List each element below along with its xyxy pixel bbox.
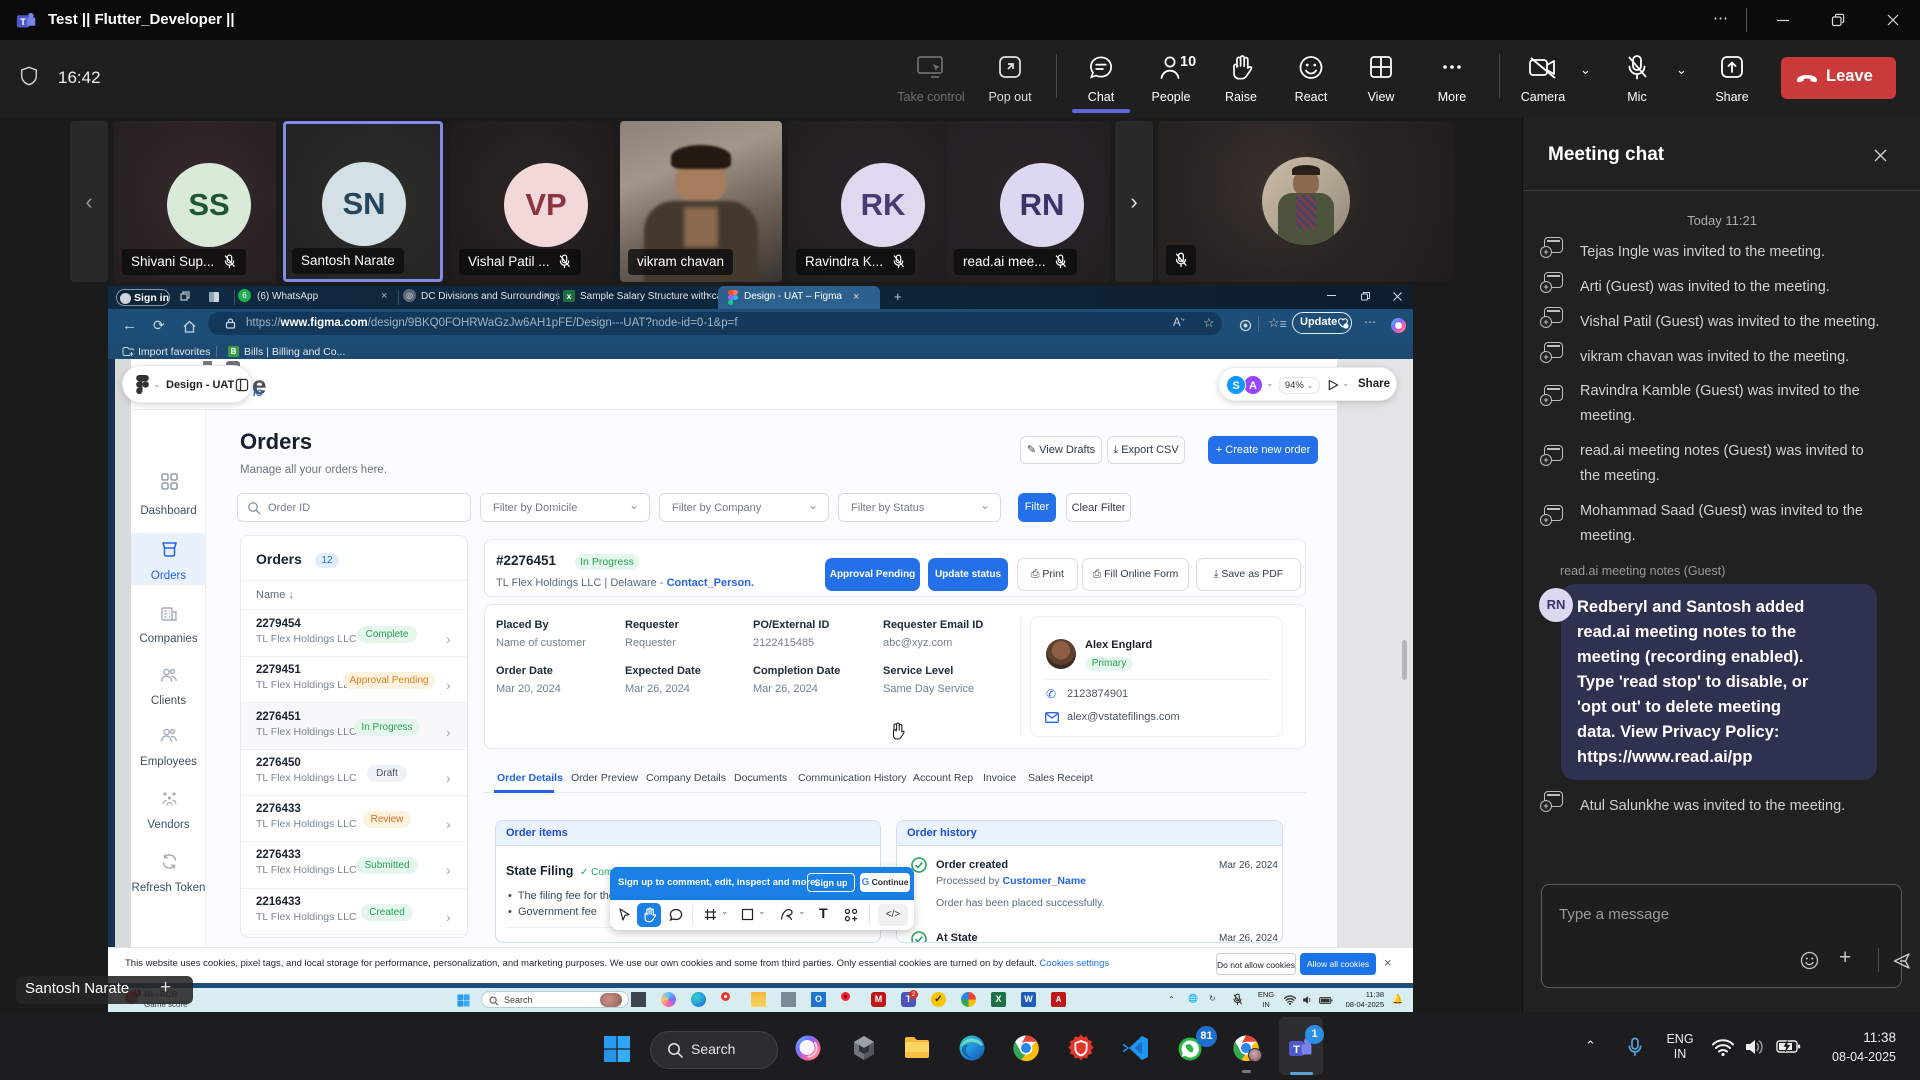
svg-text:T: T: [20, 17, 26, 27]
svg-text:T: T: [1293, 1044, 1300, 1056]
